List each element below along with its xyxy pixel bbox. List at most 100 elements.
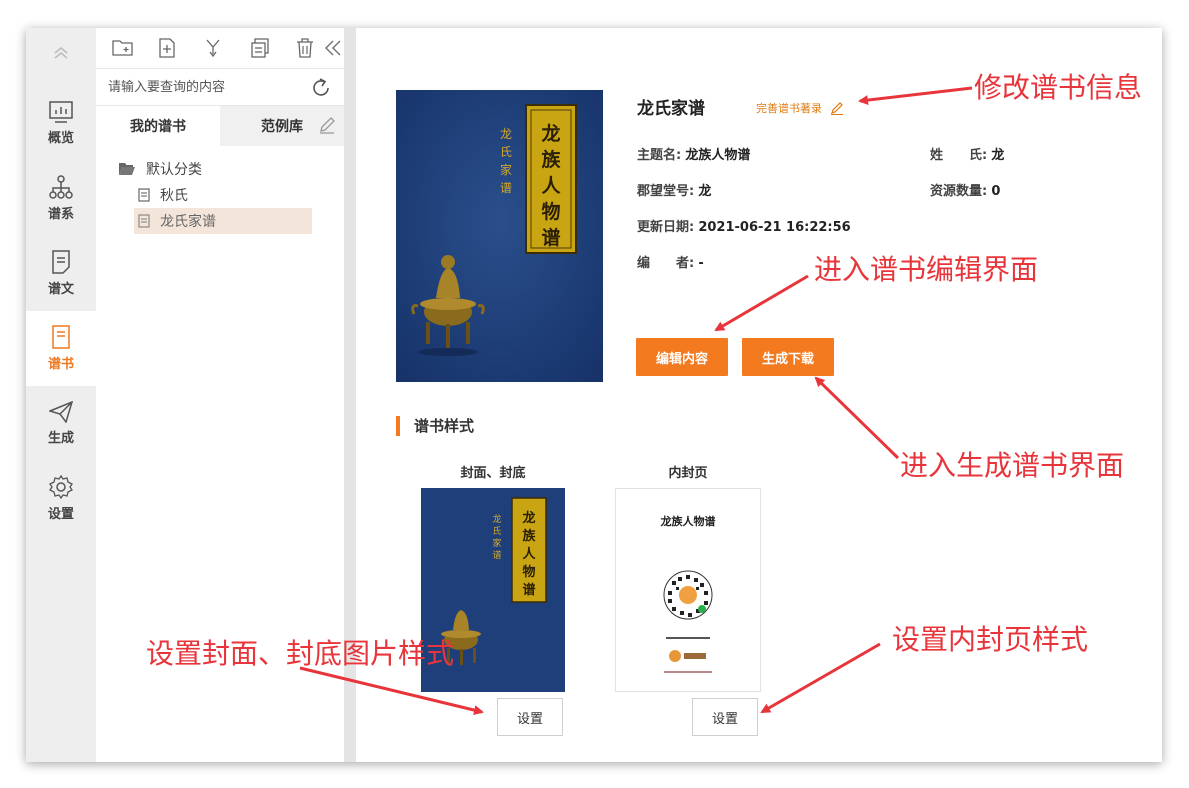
generate-download-button[interactable]: 生成下载 xyxy=(742,338,834,376)
nav-label: 谱系 xyxy=(47,207,74,222)
field-hall: 郡望堂号: 龙 xyxy=(637,180,711,199)
annotation-enter-generate: 进入生成谱书界面 xyxy=(900,449,1125,482)
nav-label: 概览 xyxy=(47,131,74,146)
field-subject: 主题名: 龙族人物谱 xyxy=(637,144,750,163)
annotation-enter-edit: 进入谱书编辑界面 xyxy=(814,253,1039,286)
pencil-icon xyxy=(831,102,843,115)
nav-item-settings[interactable]: 设置 xyxy=(26,461,96,536)
svg-text:族: 族 xyxy=(541,148,561,171)
field-editor: 编 者: - xyxy=(637,252,704,271)
field-value: 龙族人物谱 xyxy=(685,148,751,163)
annotation-set-inner: 设置内封页样式 xyxy=(892,623,1089,656)
field-label: 姓 氏: xyxy=(930,148,988,163)
folder-label: 默认分类 xyxy=(146,162,202,178)
svg-text:人: 人 xyxy=(541,175,561,197)
gear-icon xyxy=(49,475,73,499)
merge-icon xyxy=(206,39,220,58)
svg-text:氏: 氏 xyxy=(500,145,512,159)
document-icon xyxy=(52,250,70,274)
tree-structure-icon xyxy=(49,175,73,199)
svg-text:物: 物 xyxy=(541,200,560,223)
copy-icon xyxy=(251,38,269,58)
nav-label: 设置 xyxy=(47,507,74,522)
svg-text:家: 家 xyxy=(500,162,512,177)
merge-button[interactable] xyxy=(204,28,250,68)
tab-my-books[interactable]: 我的谱书 xyxy=(96,106,220,146)
svg-text:家: 家 xyxy=(492,537,501,549)
search-row xyxy=(96,68,344,106)
field-label: 郡望堂号: xyxy=(637,184,695,199)
collapse-up-button[interactable] xyxy=(26,38,96,68)
file-add-icon xyxy=(159,38,175,58)
svg-text:物: 物 xyxy=(522,564,535,580)
nav-item-book[interactable]: 谱书 xyxy=(26,311,96,386)
inner-text-line xyxy=(664,671,712,673)
nav-item-generate[interactable]: 生成 xyxy=(26,386,96,461)
tree-item-selected[interactable]: 龙氏家谱 xyxy=(134,208,312,234)
field-value: - xyxy=(698,256,704,271)
paper-plane-icon xyxy=(49,401,73,423)
field-label: 更新日期: xyxy=(637,220,695,235)
search-input[interactable] xyxy=(96,72,296,102)
double-chevron-left-icon xyxy=(324,40,341,56)
edit-content-button[interactable]: 编辑内容 xyxy=(636,338,728,376)
nav-rail: 概览 谱系 谱文 谱书 生成 设置 xyxy=(26,28,96,762)
nav-item-text[interactable]: 谱文 xyxy=(26,236,96,311)
refresh-icon[interactable] xyxy=(310,77,332,99)
nav-item-overview[interactable]: 概览 xyxy=(26,86,96,161)
collapse-panel-button[interactable] xyxy=(322,34,344,62)
book-title: 龙氏家谱 xyxy=(637,99,705,119)
trash-icon xyxy=(297,38,313,58)
file-icon xyxy=(138,188,150,202)
tree-toolbar xyxy=(96,28,344,68)
tree-tabs: 我的谱书 范例库 xyxy=(96,106,344,146)
book-cover-image: 龙族人 物谱 龙氏家谱 xyxy=(396,90,603,382)
field-label: 资源数量: xyxy=(930,184,988,199)
complete-catalog-link[interactable]: 完善谱书著录 xyxy=(756,100,844,116)
field-value: 2021-06-21 16:22:56 xyxy=(698,220,851,235)
book-icon xyxy=(52,325,70,349)
svg-text:人: 人 xyxy=(522,546,536,562)
svg-text:谱: 谱 xyxy=(522,582,535,598)
new-folder-button[interactable] xyxy=(112,28,158,68)
svg-text:氏: 氏 xyxy=(492,526,501,537)
set-inner-page-button[interactable]: 设置 xyxy=(692,698,758,736)
nav-label: 生成 xyxy=(47,431,74,446)
field-surname: 姓 氏: 龙 xyxy=(930,144,1004,163)
inner-page-title: 龙族人物谱 xyxy=(660,515,716,528)
folder-add-icon xyxy=(112,40,133,56)
copy-button[interactable] xyxy=(250,28,296,68)
tree-folder[interactable]: 默认分类 xyxy=(96,156,344,182)
complete-catalog-label: 完善谱书著录 xyxy=(756,102,822,115)
annotation-edit-info: 修改谱书信息 xyxy=(974,71,1143,104)
field-resources: 资源数量: 0 xyxy=(930,180,1000,199)
qr-code-icon xyxy=(663,570,713,620)
tree-list: 默认分类 秋氏 龙氏家谱 xyxy=(96,156,344,234)
inner-caption: 内封页 xyxy=(668,466,708,481)
field-date: 更新日期: 2021-06-21 16:22:56 xyxy=(637,216,851,235)
svg-text:族: 族 xyxy=(522,528,536,544)
new-file-button[interactable] xyxy=(158,28,204,68)
svg-text:龙: 龙 xyxy=(492,513,501,525)
svg-text:谱: 谱 xyxy=(492,549,501,561)
inner-page-thumbnail: 龙族人物谱 xyxy=(615,488,761,692)
cover-caption: 封面、封底 xyxy=(460,466,526,481)
field-label: 主题名: xyxy=(637,148,682,163)
set-cover-button[interactable]: 设置 xyxy=(497,698,563,736)
nav-item-lineage[interactable]: 谱系 xyxy=(26,161,96,236)
inner-text-line xyxy=(666,637,710,639)
chart-icon xyxy=(49,101,73,123)
field-value: 龙 xyxy=(698,184,712,199)
chevron-up-icon xyxy=(54,47,68,59)
field-value: 龙 xyxy=(991,148,1005,163)
tree-item[interactable]: 秋氏 xyxy=(96,182,344,208)
tree-item-label: 秋氏 xyxy=(160,188,188,204)
svg-text:谱: 谱 xyxy=(500,181,512,195)
tree-item-label: 龙氏家谱 xyxy=(160,214,216,230)
svg-text:龙: 龙 xyxy=(522,510,535,526)
field-value: 0 xyxy=(991,184,1001,199)
file-icon xyxy=(138,214,150,228)
pencil-icon[interactable] xyxy=(318,116,336,134)
screenshot-stage: 概览 谱系 谱文 谱书 生成 设置 请输入要查询的内容 我的谱书 范例库 默认分… xyxy=(0,0,1189,788)
svg-text:龙: 龙 xyxy=(541,122,560,145)
